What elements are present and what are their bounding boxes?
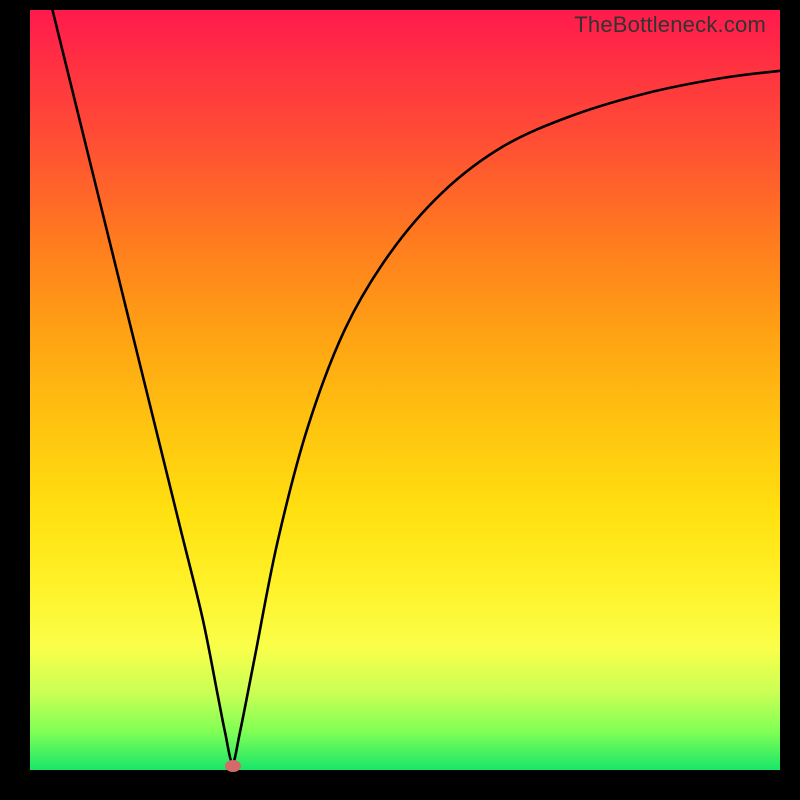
plot-area: TheBottleneck.com — [30, 10, 780, 770]
chart-container: TheBottleneck.com — [0, 0, 800, 800]
bottleneck-curve — [30, 10, 780, 770]
